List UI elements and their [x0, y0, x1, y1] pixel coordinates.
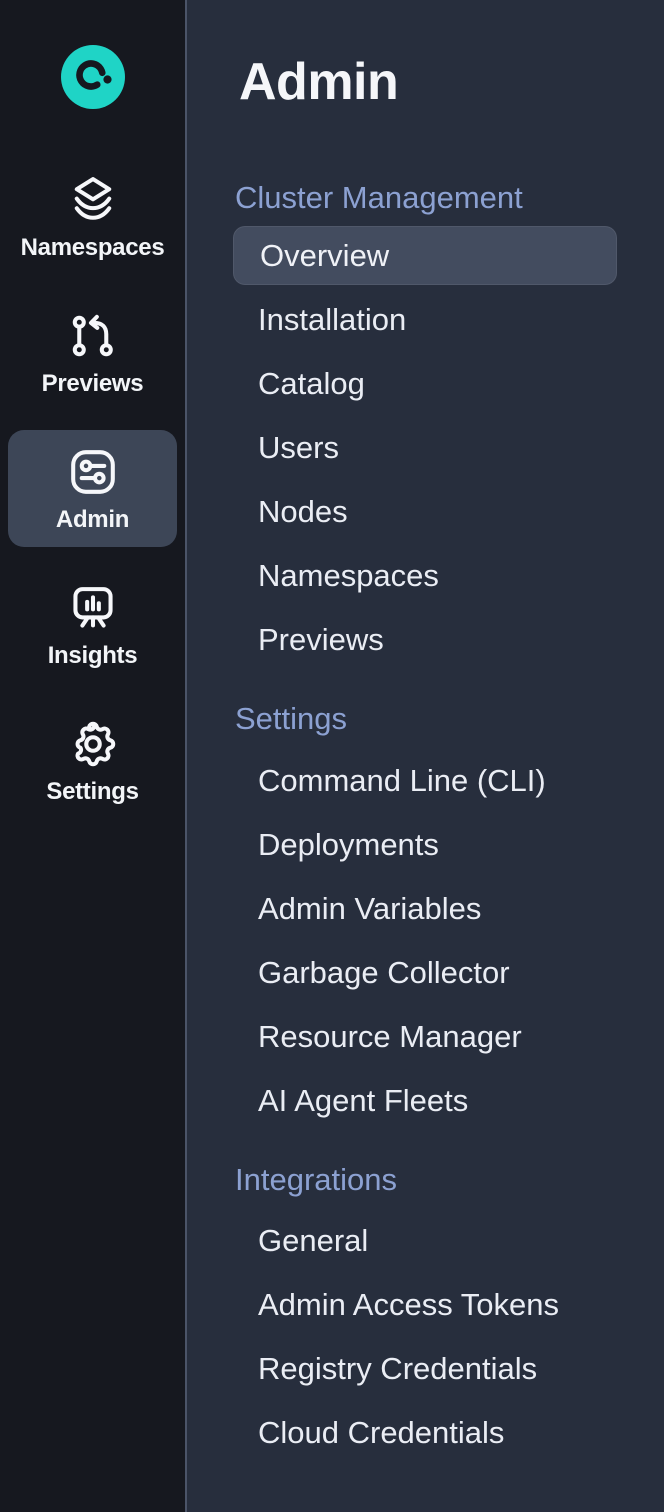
rail-item-label: Admin	[56, 506, 129, 534]
nav-item-nodes[interactable]: Nodes	[235, 480, 617, 544]
nav-item-overview[interactable]: Overview	[233, 226, 617, 285]
section-header: Settings	[235, 699, 617, 739]
section-integrations: Integrations General Admin Access Tokens…	[235, 1160, 617, 1465]
nav-item-catalog[interactable]: Catalog	[235, 352, 617, 416]
presentation-chart-icon	[66, 581, 120, 635]
rail-item-label: Insights	[48, 642, 138, 670]
nav-item-previews[interactable]: Previews	[235, 608, 617, 672]
section-settings: Settings Command Line (CLI) Deployments …	[235, 699, 617, 1133]
nav-item-admin-access-tokens[interactable]: Admin Access Tokens	[235, 1273, 617, 1337]
rail-item-insights[interactable]: Insights	[8, 566, 177, 683]
sliders-icon	[66, 445, 120, 499]
nav-item-deployments[interactable]: Deployments	[235, 813, 617, 877]
rail-item-label: Namespaces	[21, 234, 165, 262]
okteto-logo-icon	[61, 45, 125, 109]
okteto-logo[interactable]	[61, 45, 125, 109]
left-rail: Namespaces Previews Admin	[0, 0, 185, 1512]
section-header: Integrations	[235, 1160, 617, 1200]
nav-item-namespaces[interactable]: Namespaces	[235, 544, 617, 608]
nav-item-registry-credentials[interactable]: Registry Credentials	[235, 1337, 617, 1401]
rail-item-namespaces[interactable]: Namespaces	[8, 158, 177, 275]
admin-subnav-panel: Admin Cluster Management Overview Instal…	[187, 0, 664, 1512]
nav-item-garbage-collector[interactable]: Garbage Collector	[235, 941, 617, 1005]
page-title: Admin	[239, 52, 617, 112]
nav-list: General Admin Access Tokens Registry Cre…	[235, 1209, 617, 1465]
nav-item-cloud-credentials[interactable]: Cloud Credentials	[235, 1401, 617, 1465]
rail-nav: Namespaces Previews Admin	[8, 158, 177, 819]
rail-item-admin[interactable]: Admin	[8, 430, 177, 547]
section-cluster-management: Cluster Management Overview Installation…	[235, 178, 617, 672]
nav-item-command-line-cli[interactable]: Command Line (CLI)	[235, 749, 617, 813]
gear-icon	[66, 717, 120, 771]
nav-list: Overview Installation Catalog Users Node…	[235, 218, 617, 672]
section-header: Cluster Management	[235, 178, 617, 218]
layers-stack-icon	[66, 173, 120, 227]
rail-item-label: Settings	[46, 778, 138, 806]
nav-item-admin-variables[interactable]: Admin Variables	[235, 877, 617, 941]
nav-item-users[interactable]: Users	[235, 416, 617, 480]
nav-list: Command Line (CLI) Deployments Admin Var…	[235, 749, 617, 1133]
rail-item-label: Previews	[42, 370, 144, 398]
nav-item-general[interactable]: General	[235, 1209, 617, 1273]
rail-item-settings[interactable]: Settings	[8, 702, 177, 819]
nav-item-ai-agent-fleets[interactable]: AI Agent Fleets	[235, 1069, 617, 1133]
rail-item-previews[interactable]: Previews	[8, 294, 177, 411]
nav-item-resource-manager[interactable]: Resource Manager	[235, 1005, 617, 1069]
git-branch-arrow-icon	[66, 309, 120, 363]
nav-item-installation[interactable]: Installation	[235, 288, 617, 352]
